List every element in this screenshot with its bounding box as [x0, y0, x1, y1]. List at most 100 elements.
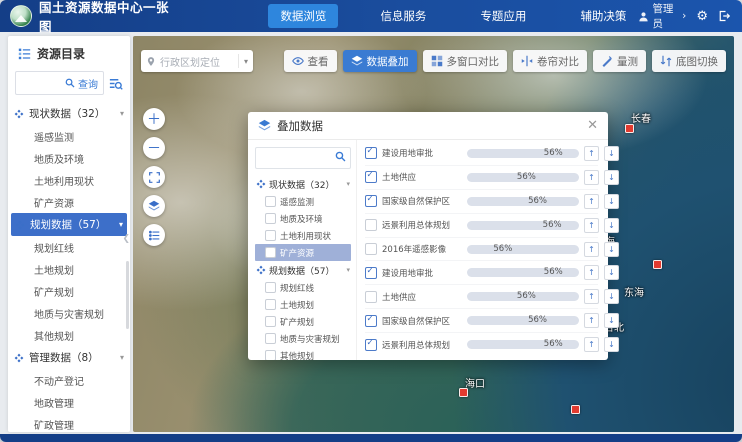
map-marker-icon[interactable] — [625, 124, 634, 133]
dialog-tree-group[interactable]: 规划数据（57）▾ — [255, 261, 351, 279]
move-down-button[interactable]: ↓ — [604, 170, 619, 185]
dialog-search-input[interactable] — [255, 147, 351, 169]
opacity-slider[interactable]: 56% — [467, 268, 579, 277]
layer-checkbox[interactable] — [365, 243, 377, 255]
map-marker-icon[interactable] — [459, 388, 468, 397]
tree-item[interactable]: 地质与灾害规划 — [8, 302, 130, 324]
map-tool-button[interactable]: 多窗口对比 — [423, 50, 508, 72]
dialog-tree-item[interactable]: 土地规划 — [255, 296, 351, 313]
move-down-button[interactable]: ↓ — [604, 218, 619, 233]
tree-item[interactable]: 遥感监测 — [8, 125, 130, 147]
move-up-button[interactable]: ↑ — [584, 194, 599, 209]
checkbox[interactable] — [265, 213, 276, 224]
move-down-button[interactable]: ↓ — [604, 194, 619, 209]
tree-item[interactable]: 地政管理 — [8, 391, 130, 413]
tree-item[interactable]: 规划红线 — [8, 236, 130, 258]
checkbox[interactable] — [265, 350, 276, 360]
dialog-tree-item[interactable]: 土地利用现状 — [255, 227, 351, 244]
move-up-button[interactable]: ↑ — [584, 146, 599, 161]
tree-item[interactable]: 土地利用现状 — [8, 169, 130, 191]
move-down-button[interactable]: ↓ — [604, 289, 619, 304]
move-down-button[interactable]: ↓ — [604, 313, 619, 328]
layer-checkbox[interactable] — [365, 267, 377, 279]
tree-item[interactable]: 土地规划 — [8, 258, 130, 280]
checkbox[interactable] — [265, 299, 276, 310]
tree-item[interactable]: 矿产规划 — [8, 280, 130, 302]
move-down-button[interactable]: ↓ — [604, 265, 619, 280]
advanced-search-icon[interactable] — [108, 76, 123, 91]
dialog-tree-group[interactable]: 现状数据（32）▾ — [255, 175, 351, 193]
move-up-button[interactable]: ↑ — [584, 289, 599, 304]
nav-item[interactable]: 辅助决策 — [568, 4, 638, 28]
tree-item[interactable]: 矿产资源 — [8, 191, 130, 213]
settings-gear-icon[interactable]: ⚙ — [696, 9, 708, 24]
close-icon[interactable]: ✕ — [587, 119, 598, 132]
nav-item[interactable]: 专题应用 — [468, 4, 538, 28]
opacity-slider[interactable]: 56% — [467, 340, 579, 349]
nav-item[interactable]: 信息服务 — [368, 4, 438, 28]
move-down-button[interactable]: ↓ — [604, 337, 619, 352]
logout-icon[interactable] — [718, 10, 730, 22]
move-up-button[interactable]: ↑ — [584, 170, 599, 185]
layer-checkbox[interactable] — [365, 171, 377, 183]
checkbox[interactable] — [265, 333, 276, 344]
move-down-button[interactable]: ↓ — [604, 146, 619, 161]
dialog-tree-item[interactable]: 矿产规划 — [255, 313, 351, 330]
zoom-in-button[interactable]: ＋ — [143, 108, 165, 130]
map-tool-button[interactable]: 数据叠加 — [343, 50, 417, 72]
layer-checkbox[interactable] — [365, 315, 377, 327]
checkbox[interactable] — [265, 282, 276, 293]
layer-checkbox[interactable] — [365, 219, 377, 231]
checkbox[interactable] — [265, 230, 276, 241]
move-up-button[interactable]: ↑ — [584, 218, 599, 233]
legend-button[interactable] — [143, 224, 165, 246]
tree-group[interactable]: 现状数据（32）▾ — [8, 102, 130, 125]
map-tool-button[interactable]: 卷帘对比 — [513, 50, 587, 72]
checkbox[interactable] — [265, 247, 276, 258]
admin-region-locate-select[interactable]: 行政区划定位 ▾ — [141, 50, 253, 72]
opacity-slider[interactable]: 56% — [467, 197, 579, 206]
opacity-slider[interactable]: 56% — [467, 316, 579, 325]
map-canvas[interactable]: 行政区划定位 ▾ 查看数据叠加多窗口对比卷帘对比量测底图切换 ＋－ 长春黄海东海… — [133, 36, 734, 432]
move-up-button[interactable]: ↑ — [584, 313, 599, 328]
tree-group[interactable]: 规划数据（57）▾ — [11, 213, 127, 236]
move-up-button[interactable]: ↑ — [584, 265, 599, 280]
layer-checkbox[interactable] — [365, 195, 377, 207]
opacity-slider[interactable]: 56% — [467, 149, 579, 158]
map-marker-icon[interactable] — [653, 260, 662, 269]
checkbox[interactable] — [265, 316, 276, 327]
search-button[interactable]: 查询 — [78, 76, 98, 91]
map-tool-button[interactable]: 底图切换 — [652, 50, 726, 72]
tree-group[interactable]: 管理数据（8）▾ — [8, 346, 130, 369]
nav-item[interactable]: 数据浏览 — [268, 4, 338, 28]
zoom-out-button[interactable]: － — [143, 137, 165, 159]
opacity-slider[interactable]: 56% — [467, 292, 579, 301]
sidebar-collapse-handle[interactable]: ❮ — [122, 234, 130, 244]
dialog-tree-item[interactable]: 地质及环境 — [255, 210, 351, 227]
layer-checkbox[interactable] — [365, 339, 377, 351]
user-menu[interactable]: 管理员› — [638, 1, 686, 31]
map-marker-icon[interactable] — [571, 405, 580, 414]
opacity-slider[interactable]: 56% — [467, 245, 579, 254]
dialog-tree-item[interactable]: 遥感监测 — [255, 193, 351, 210]
sidebar-search-input[interactable]: 查询 — [15, 71, 104, 95]
layer-checkbox[interactable] — [365, 147, 377, 159]
dialog-tree-item[interactable]: 矿产资源 — [255, 244, 351, 261]
tree-item[interactable]: 地质及环境 — [8, 147, 130, 169]
sidebar-scrollbar[interactable] — [126, 261, 129, 329]
tree-item[interactable]: 矿政管理 — [8, 413, 130, 432]
tree-item[interactable]: 不动产登记 — [8, 369, 130, 391]
checkbox[interactable] — [265, 196, 276, 207]
layer-checkbox[interactable] — [365, 291, 377, 303]
move-down-button[interactable]: ↓ — [604, 242, 619, 257]
opacity-slider[interactable]: 56% — [467, 221, 579, 230]
tree-item[interactable]: 其他规划 — [8, 324, 130, 346]
layer-control-button[interactable] — [143, 195, 165, 217]
move-up-button[interactable]: ↑ — [584, 337, 599, 352]
map-tool-button[interactable]: 量测 — [593, 50, 646, 72]
map-tool-button[interactable]: 查看 — [284, 50, 337, 72]
opacity-slider[interactable]: 56% — [467, 173, 579, 182]
move-up-button[interactable]: ↑ — [584, 242, 599, 257]
full-extent-button[interactable] — [143, 166, 165, 188]
dialog-tree-item[interactable]: 规划红线 — [255, 279, 351, 296]
